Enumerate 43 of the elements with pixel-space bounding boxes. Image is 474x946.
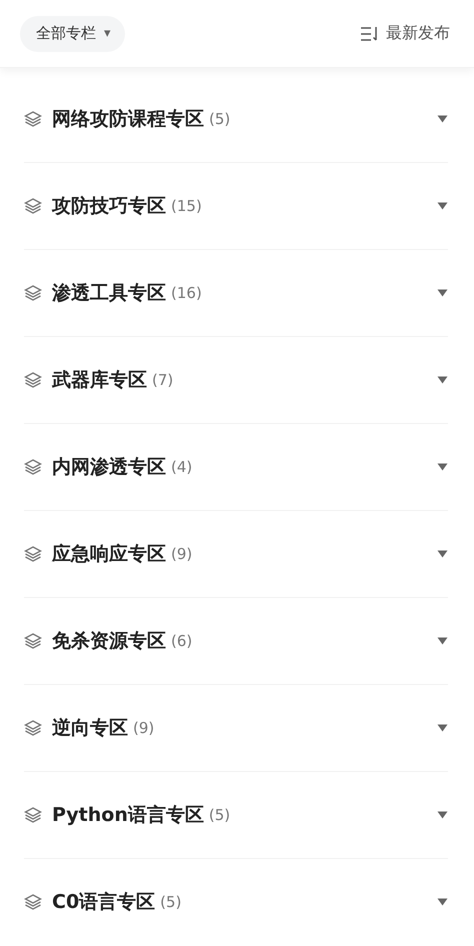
expand-arrow-icon[interactable] <box>437 811 448 819</box>
column-filter-dropdown[interactable]: 全部专栏 ▾ <box>20 16 125 52</box>
expand-arrow-icon[interactable] <box>437 115 448 123</box>
layers-icon <box>24 285 42 301</box>
layers-icon <box>24 720 42 736</box>
layers-icon <box>24 894 42 910</box>
expand-arrow-icon[interactable] <box>437 724 448 732</box>
article-count: (5) <box>208 806 230 824</box>
expand-arrow-icon[interactable] <box>437 550 448 558</box>
expand-arrow-icon[interactable] <box>437 376 448 384</box>
article-count: (4) <box>171 458 192 476</box>
section-title[interactable]: Python语言专区 <box>52 802 204 828</box>
section-title[interactable]: 渗透工具专区 <box>52 280 166 306</box>
sort-icon <box>360 24 380 42</box>
section-title[interactable]: 内网渗透专区 <box>52 454 166 480</box>
article-count: (9) <box>133 719 154 737</box>
layers-icon <box>24 546 42 562</box>
expand-arrow-icon[interactable] <box>437 202 448 210</box>
expand-arrow-icon[interactable] <box>437 898 448 906</box>
expand-arrow-icon[interactable] <box>437 463 448 471</box>
section-title[interactable]: 武器库专区 <box>52 367 147 393</box>
article-count: (5) <box>160 893 182 911</box>
layers-icon <box>24 459 42 475</box>
article-count: (15) <box>171 197 202 215</box>
layers-icon <box>24 111 42 127</box>
expand-arrow-icon[interactable] <box>437 637 448 645</box>
layers-icon <box>24 198 42 214</box>
layers-icon <box>24 807 42 823</box>
article-count: (9) <box>171 545 192 563</box>
sort-button[interactable]: 最新发布 <box>360 23 454 44</box>
section-title[interactable]: 网络攻防课程专区 <box>52 106 204 132</box>
expand-arrow-icon[interactable] <box>437 289 448 297</box>
layers-icon <box>24 372 42 388</box>
article-count: (5) <box>209 110 230 128</box>
section-title[interactable]: 逆向专区 <box>52 715 128 741</box>
layers-icon <box>24 633 42 649</box>
section-title[interactable]: 免杀资源专区 <box>52 628 166 654</box>
article-count: (6) <box>171 632 192 650</box>
section-title[interactable]: 攻防技巧专区 <box>52 193 166 219</box>
section-title[interactable]: 应急响应专区 <box>52 541 166 567</box>
article-count: (16) <box>171 284 202 302</box>
article-count: (7) <box>152 371 174 389</box>
section-title[interactable]: C0语言专区 <box>52 889 156 915</box>
